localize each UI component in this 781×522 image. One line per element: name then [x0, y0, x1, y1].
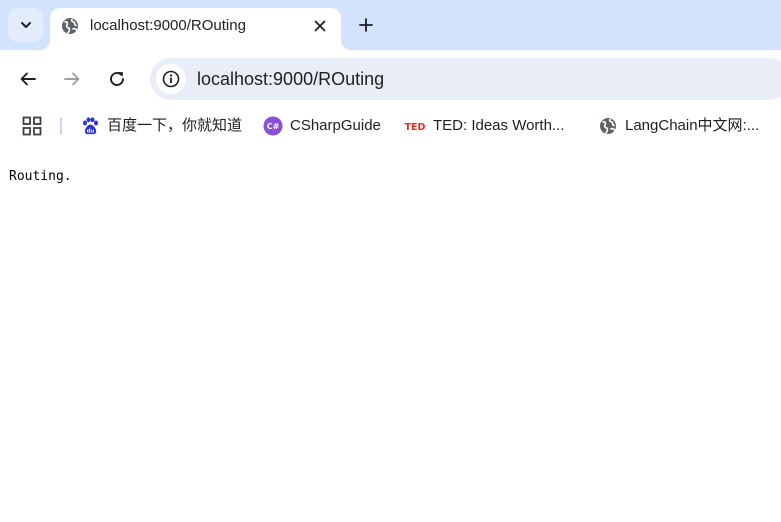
new-tab-button[interactable]: [353, 12, 379, 38]
bookmarks-bar: du 百度一下，你就知道 C# CSharpGuide TED TED: Ide…: [0, 108, 781, 144]
back-button[interactable]: [14, 65, 42, 93]
csharp-icon: C#: [263, 116, 283, 136]
tab-active[interactable]: localhost:9000/ROuting: [50, 8, 341, 50]
close-icon: [314, 20, 326, 32]
baidu-paw-icon: du: [80, 116, 100, 136]
reload-icon: [110, 72, 124, 86]
bookmark-label: TED: Ideas Worth...: [433, 117, 565, 134]
bookmark-baidu[interactable]: du 百度一下，你就知道: [80, 115, 242, 137]
bookmarks-separator: [60, 117, 62, 135]
plus-icon: [359, 18, 373, 32]
arrow-right-icon: [64, 72, 80, 86]
address-bar[interactable]: localhost:9000/ROuting: [150, 58, 781, 100]
chevron-down-icon: [20, 22, 31, 28]
globe-icon: [598, 116, 618, 136]
url-text[interactable]: localhost:9000/ROuting: [197, 68, 384, 90]
bookmark-label: CSharpGuide: [290, 117, 381, 134]
apps-button[interactable]: [22, 116, 42, 136]
svg-text:C#: C#: [267, 122, 280, 131]
page-content: Routing.: [0, 144, 781, 522]
arrow-left-icon: [20, 72, 36, 86]
apps-grid-icon: [22, 116, 42, 136]
bookmark-label: LangChain中文网:...: [625, 117, 760, 134]
info-icon: [162, 70, 180, 88]
bookmark-ted[interactable]: TED TED: Ideas Worth...: [404, 115, 565, 137]
svg-text:TED: TED: [405, 122, 426, 132]
tab-strip: localhost:9000/ROuting: [0, 0, 781, 50]
site-info-button[interactable]: [156, 64, 186, 94]
bookmark-csharpguide[interactable]: C# CSharpGuide: [263, 115, 381, 137]
bookmark-langchain[interactable]: LangChain中文网:...: [598, 115, 759, 137]
reload-button[interactable]: [103, 65, 131, 93]
bookmark-label: 百度一下，你就知道: [107, 117, 243, 134]
toolbar: localhost:9000/ROuting: [0, 50, 781, 108]
tab-close-button[interactable]: [310, 16, 330, 36]
tab-search-button[interactable]: [8, 8, 43, 42]
forward-button[interactable]: [58, 65, 86, 93]
tab-title: localhost:9000/ROuting: [90, 17, 246, 34]
svg-text:du: du: [87, 128, 95, 134]
ted-logo-icon: TED: [404, 116, 426, 136]
globe-icon: [62, 18, 78, 34]
page-body-text: Routing.: [9, 169, 72, 184]
